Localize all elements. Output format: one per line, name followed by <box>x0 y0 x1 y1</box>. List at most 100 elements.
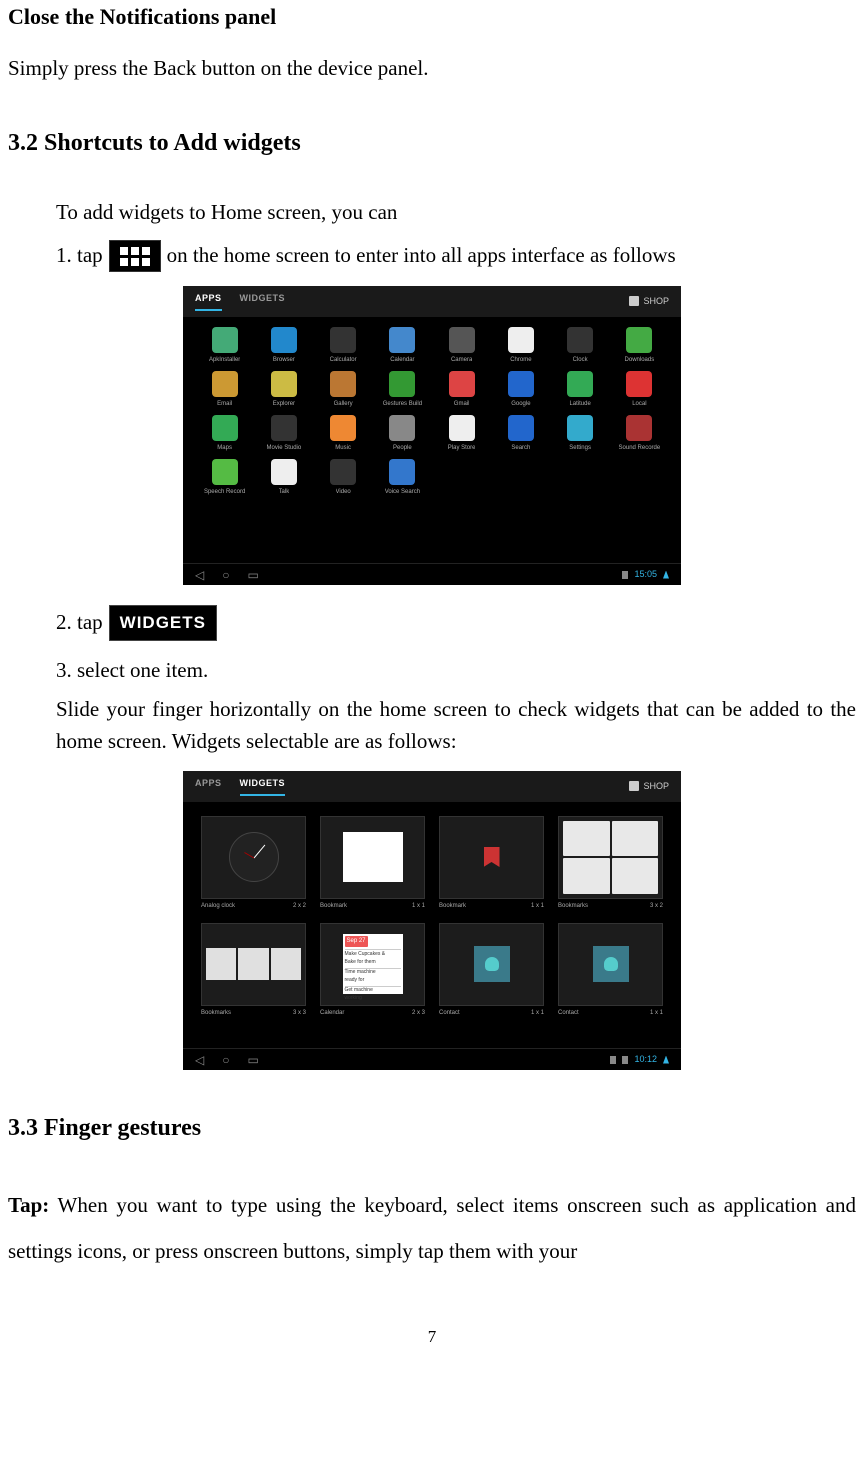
heading-shortcuts-widgets: 3.2 Shortcuts to Add widgets <box>8 125 856 161</box>
app-cell: Video <box>316 459 371 497</box>
app-cell: Clock <box>553 327 608 365</box>
app-icon <box>330 371 356 397</box>
app-cell: Calendar <box>375 327 430 365</box>
tablet-topbar: APPS WIDGETS SHOP <box>183 286 681 317</box>
app-icon <box>212 371 238 397</box>
paragraph-add-widgets-intro: To add widgets to Home screen, you can <box>56 197 856 229</box>
app-icon <box>212 415 238 441</box>
app-label: Music <box>335 444 351 453</box>
app-icon <box>567 371 593 397</box>
widget-preview <box>558 816 663 899</box>
app-cell: Search <box>493 415 548 453</box>
app-cell: Gallery <box>316 371 371 409</box>
widget-preview <box>201 816 306 899</box>
app-label: Gestures Build <box>383 400 422 409</box>
app-cell: ApkInstaller <box>197 327 252 365</box>
widget-size: 1 x 1 <box>650 1009 663 1018</box>
app-icon <box>508 415 534 441</box>
app-icon <box>389 415 415 441</box>
app-label: People <box>393 444 412 453</box>
widget-size: 1 x 1 <box>412 902 425 911</box>
app-cell: Explorer <box>256 371 311 409</box>
widget-label: Bookmark <box>439 902 466 911</box>
widget-cell: Contact1 x 1 <box>439 923 544 1018</box>
app-label: Video <box>336 488 351 497</box>
wifi-icon <box>663 1056 669 1064</box>
app-icon <box>389 459 415 485</box>
nav-time: 15:05 <box>634 568 657 582</box>
widget-label-row: Analog clock 2 x 2 <box>201 902 306 911</box>
heading-finger-gestures: 3.3 Finger gestures <box>8 1110 856 1146</box>
app-label: Settings <box>569 444 591 453</box>
nav-recent-icon: ▭ <box>247 566 258 584</box>
wifi-icon <box>663 571 669 579</box>
step-2-text-before: 2. tap <box>56 607 103 639</box>
app-icon <box>626 371 652 397</box>
app-cell: People <box>375 415 430 453</box>
shop-link-2: SHOP <box>629 780 669 794</box>
app-cell: Gestures Build <box>375 371 430 409</box>
app-label: Movie Studio <box>267 444 302 453</box>
battery-icon <box>622 571 628 579</box>
app-label: Browser <box>273 356 295 365</box>
nav-back-icon: ◁ <box>195 1051 204 1069</box>
shop-icon <box>629 296 639 306</box>
paragraph-slide-finger: Slide your finger horizontally on the ho… <box>8 694 856 757</box>
app-icon <box>271 415 297 441</box>
tab-widgets: WIDGETS <box>240 292 286 311</box>
widget-size: 1 x 1 <box>531 902 544 911</box>
app-icon <box>330 459 356 485</box>
app-cell: Maps <box>197 415 252 453</box>
app-label: Clock <box>573 356 588 365</box>
widget-size: 2 x 2 <box>293 902 306 911</box>
widget-label: Analog clock <box>201 902 235 911</box>
app-label: Camera <box>451 356 472 365</box>
screenshot-apps-interface: APPS WIDGETS SHOP ApkInstaller Browser Cal… <box>183 286 681 585</box>
widget-label-row: Bookmarks3 x 2 <box>558 902 663 911</box>
app-label: Google <box>511 400 530 409</box>
app-label: Play Store <box>448 444 476 453</box>
app-cell: Latitude <box>553 371 608 409</box>
tab-widgets-2: WIDGETS <box>240 777 286 796</box>
screenshot-widgets-interface: APPS WIDGETS SHOP Analog clock2 x 2Bookm… <box>183 771 681 1070</box>
widget-label: Contact <box>439 1009 460 1018</box>
step-1-line: 1. tap on the home screen to enter into … <box>56 240 856 272</box>
app-icon <box>449 415 475 441</box>
app-label: Search <box>511 444 530 453</box>
widget-cell: Sep 27Make Cupcakes &Bake for themTime m… <box>320 923 425 1018</box>
widget-preview <box>558 923 663 1006</box>
widget-size: 3 x 2 <box>650 902 663 911</box>
nav-time-2: 10:12 <box>634 1053 657 1067</box>
app-icon <box>212 327 238 353</box>
tap-description: When you want to type using the keyboard… <box>8 1193 856 1263</box>
app-label: Speech Record <box>204 488 245 497</box>
tablet-navbar: ◁ ○ ▭ 15:05 <box>183 563 681 585</box>
app-cell: Music <box>316 415 371 453</box>
nav-back-icon: ◁ <box>195 566 204 584</box>
app-icon <box>330 327 356 353</box>
widget-cell: Bookmark 1 x 1 <box>439 816 544 911</box>
widget-size: 3 x 3 <box>293 1009 306 1018</box>
app-cell: Email <box>197 371 252 409</box>
app-icon <box>271 371 297 397</box>
widget-size: 2 x 3 <box>412 1009 425 1018</box>
widget-label-row: Calendar 2 x 3 <box>320 1009 425 1018</box>
widget-label-row: Bookmark 1 x 1 <box>439 902 544 911</box>
shop-link: SHOP <box>629 295 669 309</box>
nav-recent-icon: ▭ <box>247 1051 258 1069</box>
app-cell: Local <box>612 371 667 409</box>
download-icon <box>610 1056 616 1064</box>
app-label: Local <box>632 400 646 409</box>
widget-label: Calendar <box>320 1009 344 1018</box>
shop-icon <box>629 781 639 791</box>
app-cell: Gmail <box>434 371 489 409</box>
app-cell: Google <box>493 371 548 409</box>
widget-label: Contact <box>558 1009 579 1018</box>
step-2-line: 2. tap WIDGETS <box>56 605 856 641</box>
tablet-navbar-2: ◁ ○ ▭ 10:12 <box>183 1048 681 1070</box>
app-cell: Chrome <box>493 327 548 365</box>
paragraph-tap: Tap: When you want to type using the key… <box>8 1182 856 1274</box>
widget-label: Bookmark <box>320 902 347 911</box>
app-cell: Camera <box>434 327 489 365</box>
widget-grid: Analog clock 2 x 2 Bookmark 1 x 1 Bookmark 1 … <box>183 802 681 1032</box>
